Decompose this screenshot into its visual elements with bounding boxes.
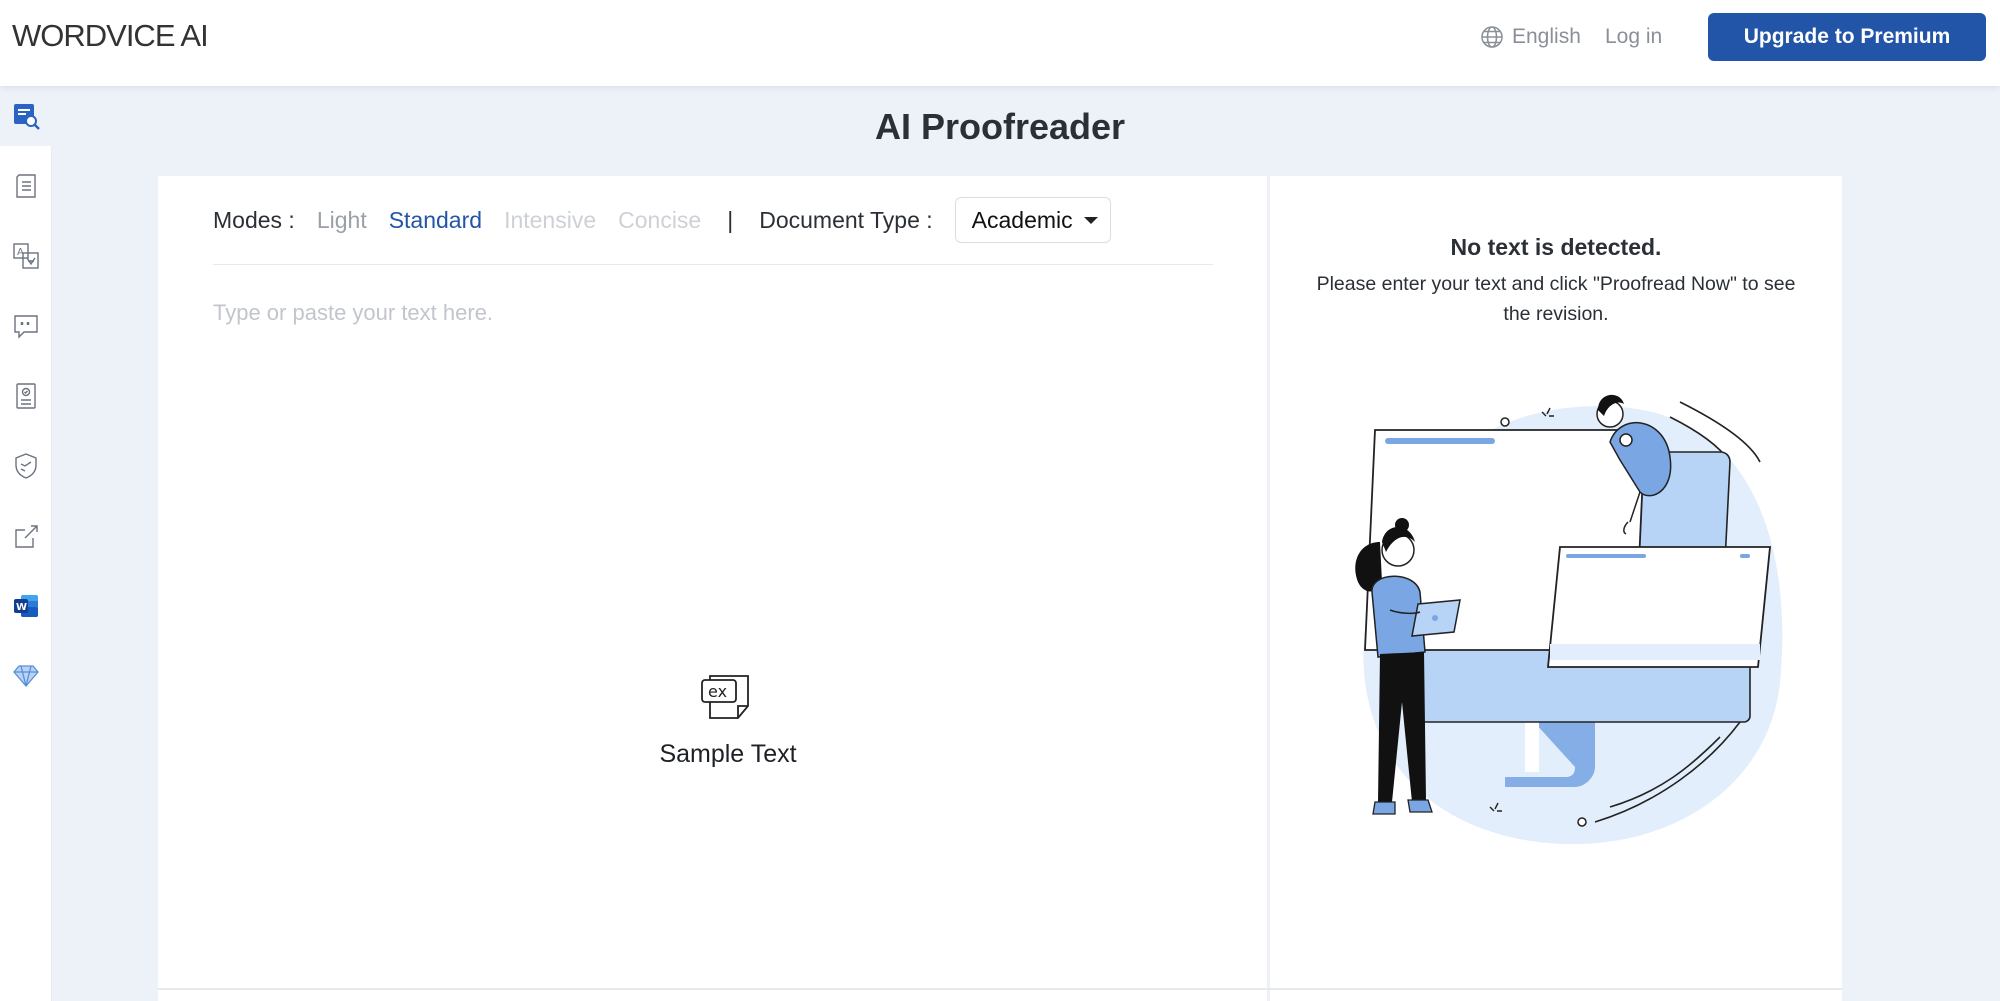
mode-concise[interactable]: Concise: [618, 207, 701, 234]
shield-icon: [15, 453, 37, 479]
toolbar-divider: [213, 264, 1213, 265]
quote-chat-icon: [14, 315, 38, 339]
mode-toolbar: Modes : Light Standard Intensive Concise…: [213, 197, 1111, 243]
toolbar-separator: |: [727, 206, 734, 233]
mode-standard[interactable]: Standard: [389, 207, 482, 234]
document-type-label: Document Type :: [759, 206, 933, 233]
result-panel: No text is detected. Please enter your t…: [1270, 176, 1842, 1001]
empty-state-message: No text is detected. Please enter your t…: [1270, 234, 1842, 329]
sidebar-item-word[interactable]: W: [0, 576, 52, 636]
chevron-down-icon: [1083, 217, 1098, 224]
upgrade-button[interactable]: Upgrade to Premium: [1708, 13, 1986, 61]
document-type-value: Academic: [971, 206, 1073, 233]
sidebar-item-detector[interactable]: [0, 436, 52, 496]
sidebar-item-review[interactable]: [0, 366, 52, 426]
svg-text:ex: ex: [708, 682, 727, 701]
editor-panel: Modes : Light Standard Intensive Concise…: [158, 176, 1268, 1001]
text-input-placeholder[interactable]: Type or paste your text here.: [213, 300, 493, 326]
svg-text:W: W: [16, 602, 27, 613]
empty-state-heading: No text is detected.: [1450, 234, 1662, 260]
sample-text-icon: ex: [701, 675, 749, 719]
word-addin-icon: W: [14, 595, 38, 617]
empty-state-text: Please enter your text and click "Proofr…: [1316, 273, 1796, 325]
translate-icon: A: [13, 243, 39, 269]
modes-label: Modes :: [213, 206, 295, 233]
sample-text-label: Sample Text: [659, 740, 797, 768]
top-header: WORDVICE AI English Log in Upgrade to Pr…: [0, 0, 2000, 86]
sidebar-item-premium[interactable]: [0, 646, 52, 706]
sample-text-button[interactable]: ex Sample Text: [638, 670, 818, 769]
empty-state-illustration: [1355, 394, 1783, 845]
svg-text:A: A: [17, 247, 24, 258]
checklist-doc-icon: [16, 383, 36, 409]
sidebar: A W: [0, 86, 52, 1001]
logo[interactable]: WORDVICE AI: [12, 18, 209, 54]
page-title: AI Proofreader: [874, 106, 1126, 147]
language-selector[interactable]: English: [1480, 22, 1581, 52]
sidebar-item-translator[interactable]: A: [0, 226, 52, 286]
document-type-select[interactable]: Academic: [954, 197, 1111, 243]
globe-icon: [1481, 26, 1503, 48]
diamond-icon: [13, 665, 39, 687]
language-label: English: [1512, 25, 1581, 48]
mode-light[interactable]: Light: [317, 207, 367, 234]
sidebar-item-paraphraser[interactable]: [0, 156, 52, 216]
login-link[interactable]: Log in: [1605, 22, 1662, 52]
document-icon: [16, 174, 36, 198]
panel-bottom-border: [158, 988, 1842, 990]
mode-intensive[interactable]: Intensive: [504, 207, 596, 234]
sidebar-item-open-external[interactable]: [0, 506, 52, 566]
external-link-icon: [15, 525, 38, 548]
sidebar-item-citation[interactable]: [0, 296, 52, 356]
